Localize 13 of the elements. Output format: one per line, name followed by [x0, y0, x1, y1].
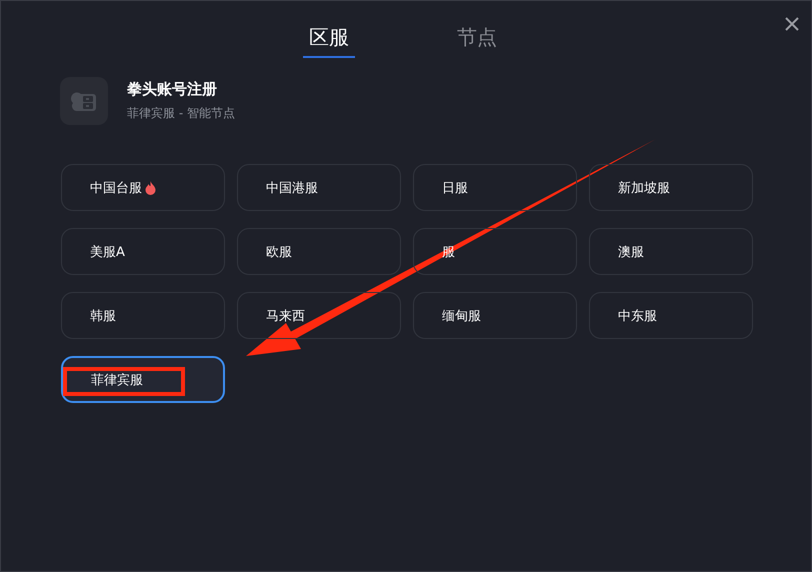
region-button[interactable]: 澳服 [589, 228, 753, 275]
region-button[interactable]: 欧服 [237, 228, 401, 275]
region-button[interactable]: 缅甸服 [413, 292, 577, 339]
account-title: 拳头账号注册 [127, 80, 218, 99]
region-button[interactable]: 新加坡服 [589, 164, 753, 211]
region-button[interactable]: 韩服 [61, 292, 225, 339]
region-button[interactable]: 中国台服 [61, 164, 225, 211]
region-button[interactable]: 中东服 [589, 292, 753, 339]
node-subtitle: 菲律宾服 - 智能节点 [127, 105, 235, 122]
tab[interactable]: 节点 [451, 23, 503, 58]
tab[interactable]: 区服 [303, 23, 355, 58]
region-button[interactable]: 美服A [61, 228, 225, 275]
region-button[interactable]: 中国港服 [237, 164, 401, 211]
